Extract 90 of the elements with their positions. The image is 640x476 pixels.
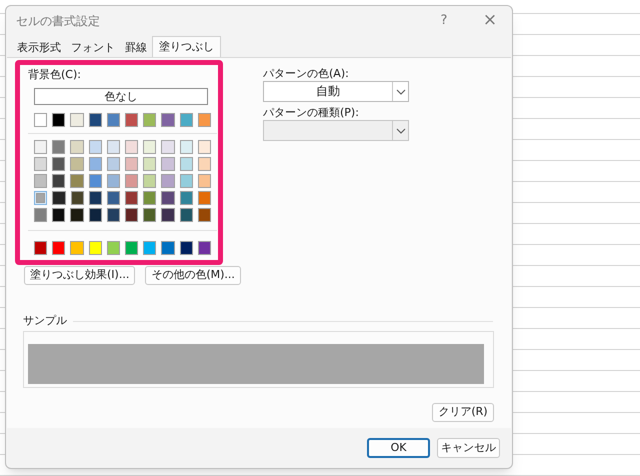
color-swatch[interactable] — [34, 208, 48, 222]
color-swatch[interactable] — [143, 191, 156, 205]
color-swatch[interactable] — [34, 113, 48, 127]
color-swatch[interactable] — [88, 140, 102, 154]
color-swatch[interactable] — [143, 113, 156, 127]
color-swatch[interactable] — [106, 191, 120, 205]
color-swatch[interactable] — [70, 140, 84, 154]
color-swatch[interactable] — [161, 157, 175, 171]
help-button[interactable]: ? — [434, 11, 454, 31]
color-swatch[interactable] — [180, 208, 193, 222]
color-swatch[interactable] — [161, 191, 175, 205]
color-swatch[interactable] — [198, 208, 212, 222]
color-swatch[interactable] — [180, 113, 193, 127]
color-swatch[interactable] — [70, 157, 84, 171]
more-colors-button[interactable]: その他の色(M)... — [145, 266, 241, 285]
color-swatch[interactable] — [161, 113, 175, 127]
color-swatch[interactable] — [180, 191, 193, 205]
color-swatch[interactable] — [125, 208, 138, 222]
color-swatch[interactable] — [34, 174, 48, 188]
chevron-down-icon — [396, 88, 406, 94]
color-swatch[interactable] — [52, 113, 66, 127]
pattern-color-dropdown[interactable]: 自動 — [263, 81, 409, 102]
color-swatch[interactable] — [143, 241, 156, 255]
color-swatch[interactable] — [143, 157, 156, 171]
window-title: セルの書式設定 — [16, 13, 100, 30]
color-swatch[interactable] — [180, 174, 193, 188]
fill-effects-button[interactable]: 塗りつぶし効果(I)... — [24, 266, 136, 285]
color-swatch[interactable] — [125, 140, 138, 154]
color-swatch[interactable] — [161, 174, 175, 188]
tab[interactable]: フォント — [66, 39, 120, 57]
color-swatch[interactable] — [106, 113, 120, 127]
tab[interactable]: 塗りつぶし — [152, 36, 221, 57]
tab[interactable]: 罫線 — [120, 39, 152, 57]
color-swatch[interactable] — [125, 241, 138, 255]
color-swatch[interactable] — [106, 157, 120, 171]
no-color-button[interactable]: 色なし — [34, 88, 208, 105]
color-swatch[interactable] — [180, 241, 193, 255]
color-swatch[interactable] — [70, 208, 84, 222]
ok-button[interactable]: OK — [367, 438, 430, 458]
clear-button[interactable]: クリア(R) — [432, 403, 494, 422]
color-swatch[interactable] — [52, 157, 66, 171]
field-label: 背景色(C): — [28, 68, 82, 82]
color-swatch[interactable] — [161, 241, 175, 255]
color-swatch[interactable] — [180, 140, 193, 154]
color-swatch[interactable] — [52, 140, 66, 154]
color-swatch[interactable] — [106, 174, 120, 188]
section-label: サンプル — [23, 313, 67, 329]
color-swatch[interactable] — [198, 241, 212, 255]
color-swatch[interactable] — [161, 208, 175, 222]
color-swatch[interactable] — [70, 241, 84, 255]
color-swatch[interactable] — [198, 174, 212, 188]
chevron-down-icon — [396, 128, 406, 134]
color-swatch[interactable] — [70, 174, 84, 188]
color-swatch[interactable] — [180, 157, 193, 171]
color-swatch[interactable] — [143, 208, 156, 222]
color-swatch[interactable] — [88, 208, 102, 222]
color-swatch[interactable] — [88, 157, 102, 171]
color-swatch[interactable] — [161, 140, 175, 154]
color-swatch[interactable] — [70, 113, 84, 127]
color-swatch[interactable] — [52, 208, 66, 222]
field-label: パターンの種類(P): — [263, 106, 360, 120]
color-swatch[interactable] — [52, 241, 66, 255]
field-label: パターンの色(A): — [263, 67, 350, 81]
color-swatch[interactable] — [52, 191, 66, 205]
color-swatch[interactable] — [125, 191, 138, 205]
color-swatch[interactable] — [88, 191, 102, 205]
color-swatch[interactable] — [143, 140, 156, 154]
color-swatch[interactable] — [88, 241, 102, 255]
close-button[interactable]: × — [480, 8, 500, 34]
color-swatch[interactable] — [198, 157, 212, 171]
color-swatch[interactable] — [34, 157, 48, 171]
color-swatch[interactable] — [34, 191, 48, 205]
cancel-button[interactable]: キャンセル — [437, 438, 500, 458]
color-swatch[interactable] — [34, 241, 48, 255]
tab[interactable]: 表示形式 — [12, 39, 66, 57]
color-swatch[interactable] — [125, 157, 138, 171]
color-swatch[interactable] — [198, 191, 212, 205]
color-swatch[interactable] — [106, 208, 120, 222]
color-swatch[interactable] — [106, 241, 120, 255]
color-swatch[interactable] — [70, 191, 84, 205]
color-swatch[interactable] — [143, 174, 156, 188]
color-swatch[interactable] — [88, 174, 102, 188]
color-swatch[interactable] — [88, 113, 102, 127]
color-swatch[interactable] — [198, 113, 212, 127]
color-swatch[interactable] — [106, 140, 120, 154]
color-swatch[interactable] — [125, 174, 138, 188]
color-swatch[interactable] — [198, 140, 212, 154]
color-swatch[interactable] — [34, 140, 48, 154]
color-swatch[interactable] — [52, 174, 66, 188]
color-swatch[interactable] — [125, 113, 138, 127]
